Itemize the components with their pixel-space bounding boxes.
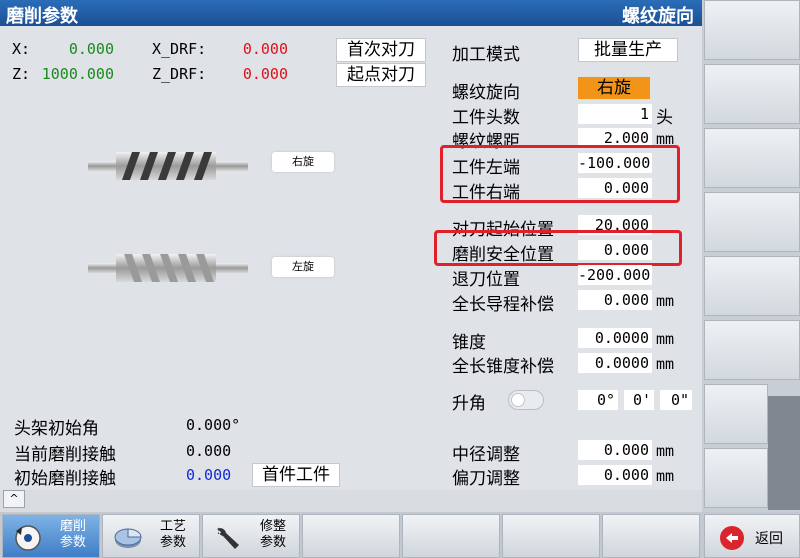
first-piece-button[interactable]: 首件工件	[252, 463, 340, 487]
head-init-angle-value: 0.000°	[186, 416, 241, 434]
thread-direction-value[interactable]: 右旋	[578, 77, 650, 99]
taper-input[interactable]: 0.0000	[578, 328, 652, 348]
pie-chart-icon	[114, 528, 142, 548]
grind-params-line2: 参数	[59, 535, 86, 550]
right-hand-screw-icon	[88, 152, 248, 180]
scroll-up-button[interactable]: ^	[3, 490, 25, 508]
lift-angle-min[interactable]: 0'	[624, 390, 654, 410]
x-axis-value: 0.000	[68, 40, 114, 58]
softkey-empty-5[interactable]	[402, 514, 500, 558]
lift-angle-toggle[interactable]	[508, 390, 544, 410]
lead-comp-label: 全长导程补偿	[452, 295, 554, 315]
taper-comp-unit: mm	[656, 355, 675, 373]
workpiece-heads-input[interactable]: 1	[578, 104, 652, 124]
process-mode-label: 加工模式	[452, 45, 520, 65]
taper-unit: mm	[656, 330, 675, 348]
workpiece-heads-unit: 头	[656, 108, 673, 128]
vsoftkey-1[interactable]	[704, 0, 800, 60]
title-bar: 磨削参数 螺纹旋向	[0, 0, 702, 27]
softkey-empty-7[interactable]	[602, 514, 700, 558]
first-tool-set-button[interactable]: 首次对刀	[336, 38, 426, 62]
offset-adj-input[interactable]: 0.000	[578, 465, 652, 485]
lift-angle-sec[interactable]: 0"	[660, 390, 692, 410]
initial-contact-label: 初始磨削接触	[14, 469, 116, 489]
pitch-dia-adj-unit: mm	[656, 442, 675, 460]
taper-comp-label: 全长锥度补偿	[452, 357, 554, 377]
retract-input[interactable]: -200.000	[578, 265, 652, 285]
toggle-knob-icon	[511, 393, 525, 407]
wrench-icon	[217, 527, 239, 549]
grinding-wheel-icon	[15, 525, 41, 551]
x-drf-label: X_DRF:	[152, 40, 207, 58]
z-drf-label: Z_DRF:	[152, 65, 207, 83]
lift-angle-deg[interactable]: 0°	[578, 390, 618, 410]
taper-label: 锥度	[452, 333, 486, 353]
vsoftkey-8[interactable]	[704, 448, 768, 508]
head-init-angle-label: 头架初始角	[14, 419, 99, 439]
retract-label: 退刀位置	[452, 270, 520, 290]
scroll-track[interactable]	[768, 396, 800, 510]
current-contact-value: 0.000	[186, 442, 232, 460]
softkey-empty-6[interactable]	[502, 514, 600, 558]
left-hand-label: 左旋	[272, 257, 334, 277]
vsoftkey-3[interactable]	[704, 128, 800, 188]
vsoftkey-6[interactable]	[704, 320, 800, 380]
vsoftkey-4[interactable]	[704, 192, 800, 252]
back-arrow-icon	[720, 526, 744, 550]
start-tool-set-button[interactable]: 起点对刀	[336, 63, 426, 87]
softkey-empty-4[interactable]	[302, 514, 400, 558]
dress-params-line1: 修整	[259, 519, 286, 534]
grind-params-softkey[interactable]: 磨削 参数	[2, 514, 100, 558]
dress-params-softkey[interactable]: 修整 参数	[202, 514, 300, 558]
left-hand-screw-icon	[88, 254, 248, 282]
pitch-dia-adj-input[interactable]: 0.000	[578, 440, 652, 460]
current-contact-label: 当前磨削接触	[14, 445, 116, 465]
taper-comp-input[interactable]: 0.0000	[578, 353, 652, 373]
dress-params-line2: 参数	[259, 535, 286, 550]
offset-adj-unit: mm	[656, 467, 675, 485]
highlight-grind-safe	[434, 230, 682, 266]
pitch-dia-adj-label: 中径调整	[452, 445, 520, 465]
lead-comp-input[interactable]: 0.000	[578, 290, 652, 310]
z-drf-value: 0.000	[242, 65, 288, 83]
back-softkey[interactable]: 返回	[704, 514, 800, 558]
x-axis-label: X:	[12, 40, 31, 58]
process-params-line1: 工艺	[159, 519, 186, 534]
highlight-workpiece-ends	[440, 145, 680, 203]
offset-adj-label: 偏刀调整	[452, 469, 520, 489]
process-params-softkey[interactable]: 工艺 参数	[102, 514, 200, 558]
initial-contact-value: 0.000	[186, 466, 232, 484]
process-params-line2: 参数	[159, 535, 186, 550]
vsoftkey-2[interactable]	[704, 64, 800, 124]
mode-title: 螺纹旋向	[622, 6, 694, 27]
lead-comp-unit: mm	[656, 292, 675, 310]
vsoftkey-5[interactable]	[704, 256, 800, 316]
process-mode-value[interactable]: 批量生产	[578, 38, 678, 62]
thread-direction-label: 螺纹旋向	[452, 83, 520, 103]
z-axis-value: 1000.000	[41, 65, 114, 83]
x-drf-value: 0.000	[242, 40, 288, 58]
z-axis-label: Z:	[12, 65, 31, 83]
right-hand-label: 右旋	[272, 152, 334, 172]
workpiece-heads-label: 工件头数	[452, 108, 520, 128]
back-label: 返回	[755, 531, 783, 547]
lift-angle-label: 升角	[452, 394, 486, 414]
grind-params-line1: 磨削	[59, 519, 86, 534]
page-title: 磨削参数	[6, 6, 78, 27]
vsoftkey-7[interactable]	[704, 384, 768, 444]
